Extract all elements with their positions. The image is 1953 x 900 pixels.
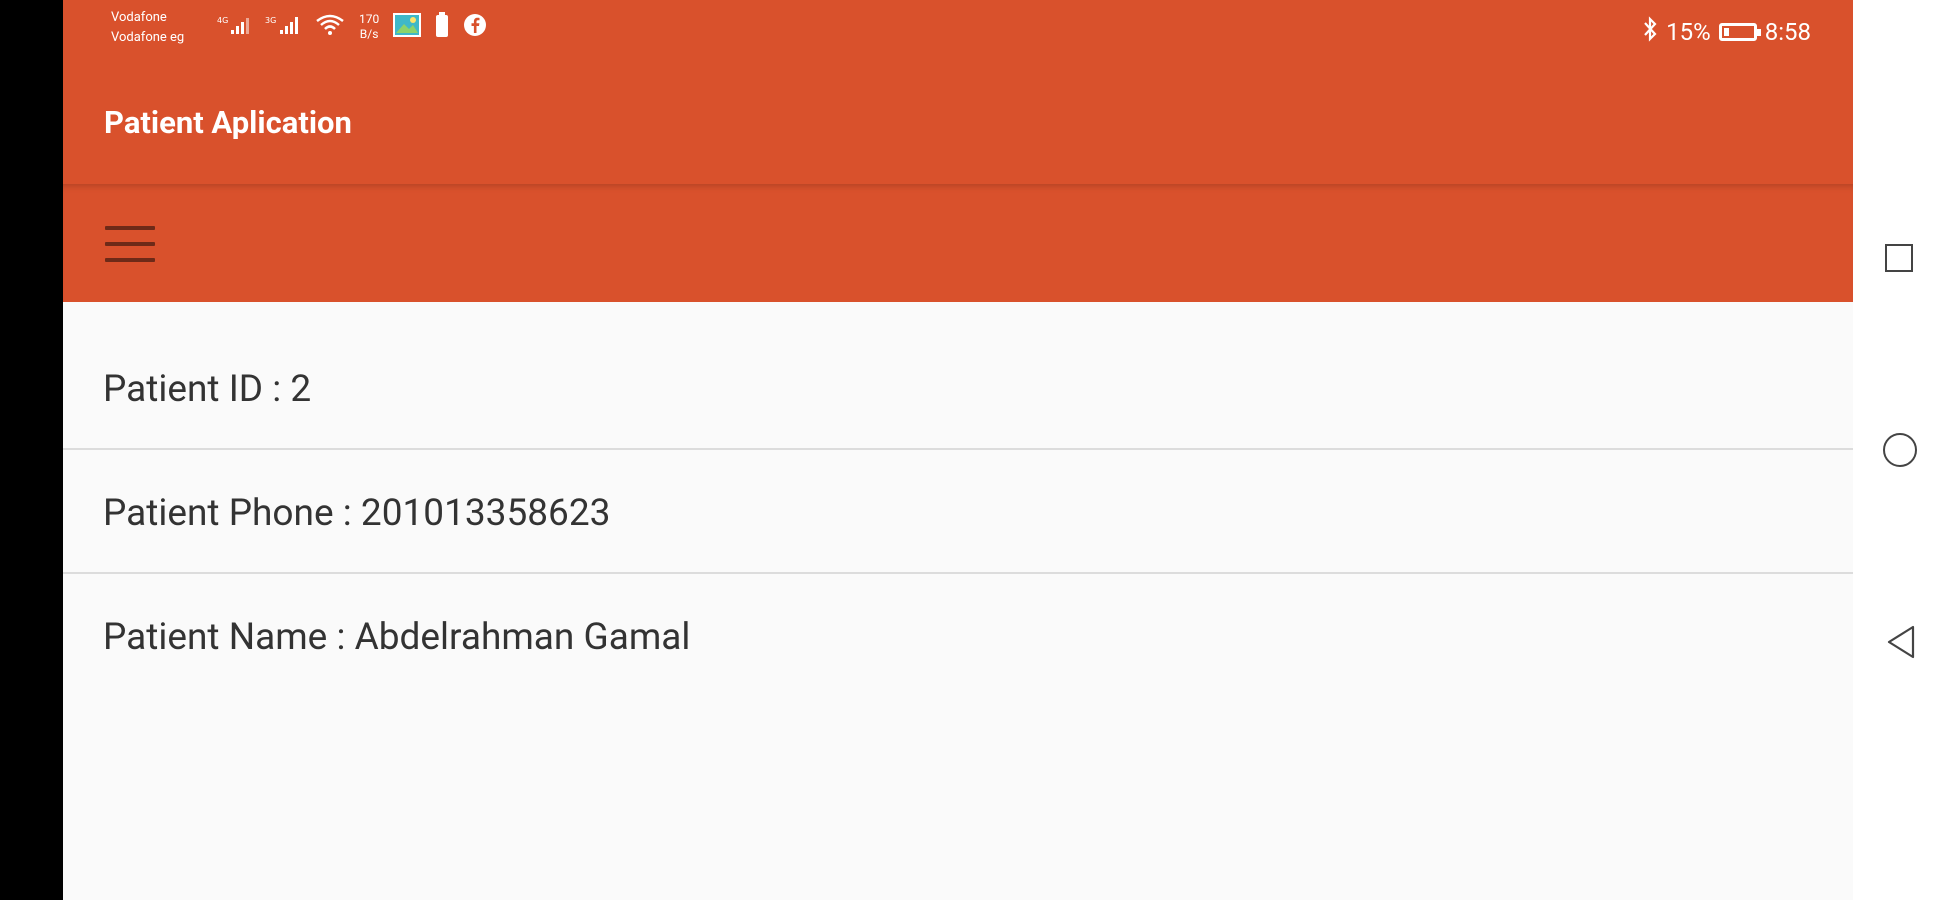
toolbar [63, 184, 1853, 302]
navigation-bar [1853, 0, 1953, 900]
network-1: 4G [217, 16, 228, 25]
status-icons-left: 4G 3G 170 B/s [217, 12, 487, 42]
patient-name-text: Patient Name : Abdelrahman Gamal [103, 616, 691, 659]
patient-info-list: Patient ID : 2 Patient Phone : 201013358… [63, 326, 1853, 696]
patient-id-text: Patient ID : 2 [103, 368, 312, 411]
battery-percent: 15% [1666, 18, 1711, 46]
battery-icon [1718, 23, 1761, 41]
gallery-notification-icon [393, 13, 422, 41]
speed-unit: B/s [359, 27, 379, 41]
patient-name-row: Patient Name : Abdelrahman Gamal [63, 574, 1853, 696]
signal-1-icon: 4G [217, 14, 251, 40]
menu-line [105, 242, 155, 246]
menu-line [105, 226, 155, 230]
speed-value: 170 [359, 12, 380, 26]
patient-id-row: Patient ID : 2 [63, 326, 1853, 450]
carrier-2: Vodafone eg [111, 30, 185, 45]
clock: 8:58 [1764, 18, 1811, 46]
network-2: 3G [265, 16, 276, 25]
app-header: Vodafone Vodafone eg 4G 3G 170 B/s 15% 8… [63, 0, 1853, 184]
device-bezel [0, 0, 63, 900]
battery-level [1723, 28, 1729, 36]
facebook-icon [463, 13, 487, 41]
app-screen: Vodafone Vodafone eg 4G 3G 170 B/s 15% 8… [63, 0, 1853, 900]
battery-saver-icon [435, 12, 449, 42]
network-speed: 170 B/s [359, 12, 379, 42]
bluetooth-icon [1642, 16, 1658, 48]
carrier-names: Vodafone Vodafone eg [111, 8, 184, 48]
carrier-1: Vodafone [111, 10, 167, 25]
menu-line [105, 258, 155, 262]
wifi-icon [315, 13, 345, 41]
back-icon[interactable] [1885, 624, 1917, 660]
signal-2-icon: 3G [265, 14, 301, 40]
menu-icon[interactable] [105, 224, 155, 264]
app-title: Patient Aplication [104, 104, 352, 141]
home-icon[interactable] [1883, 433, 1917, 467]
patient-phone-text: Patient Phone : 201013358623 [103, 492, 611, 535]
status-bar: Vodafone Vodafone eg 4G 3G 170 B/s 15% 8… [63, 0, 1853, 64]
patient-phone-row: Patient Phone : 201013358623 [63, 450, 1853, 574]
recent-apps-icon[interactable] [1885, 244, 1913, 272]
status-right: 15% 8:58 [1642, 16, 1811, 48]
